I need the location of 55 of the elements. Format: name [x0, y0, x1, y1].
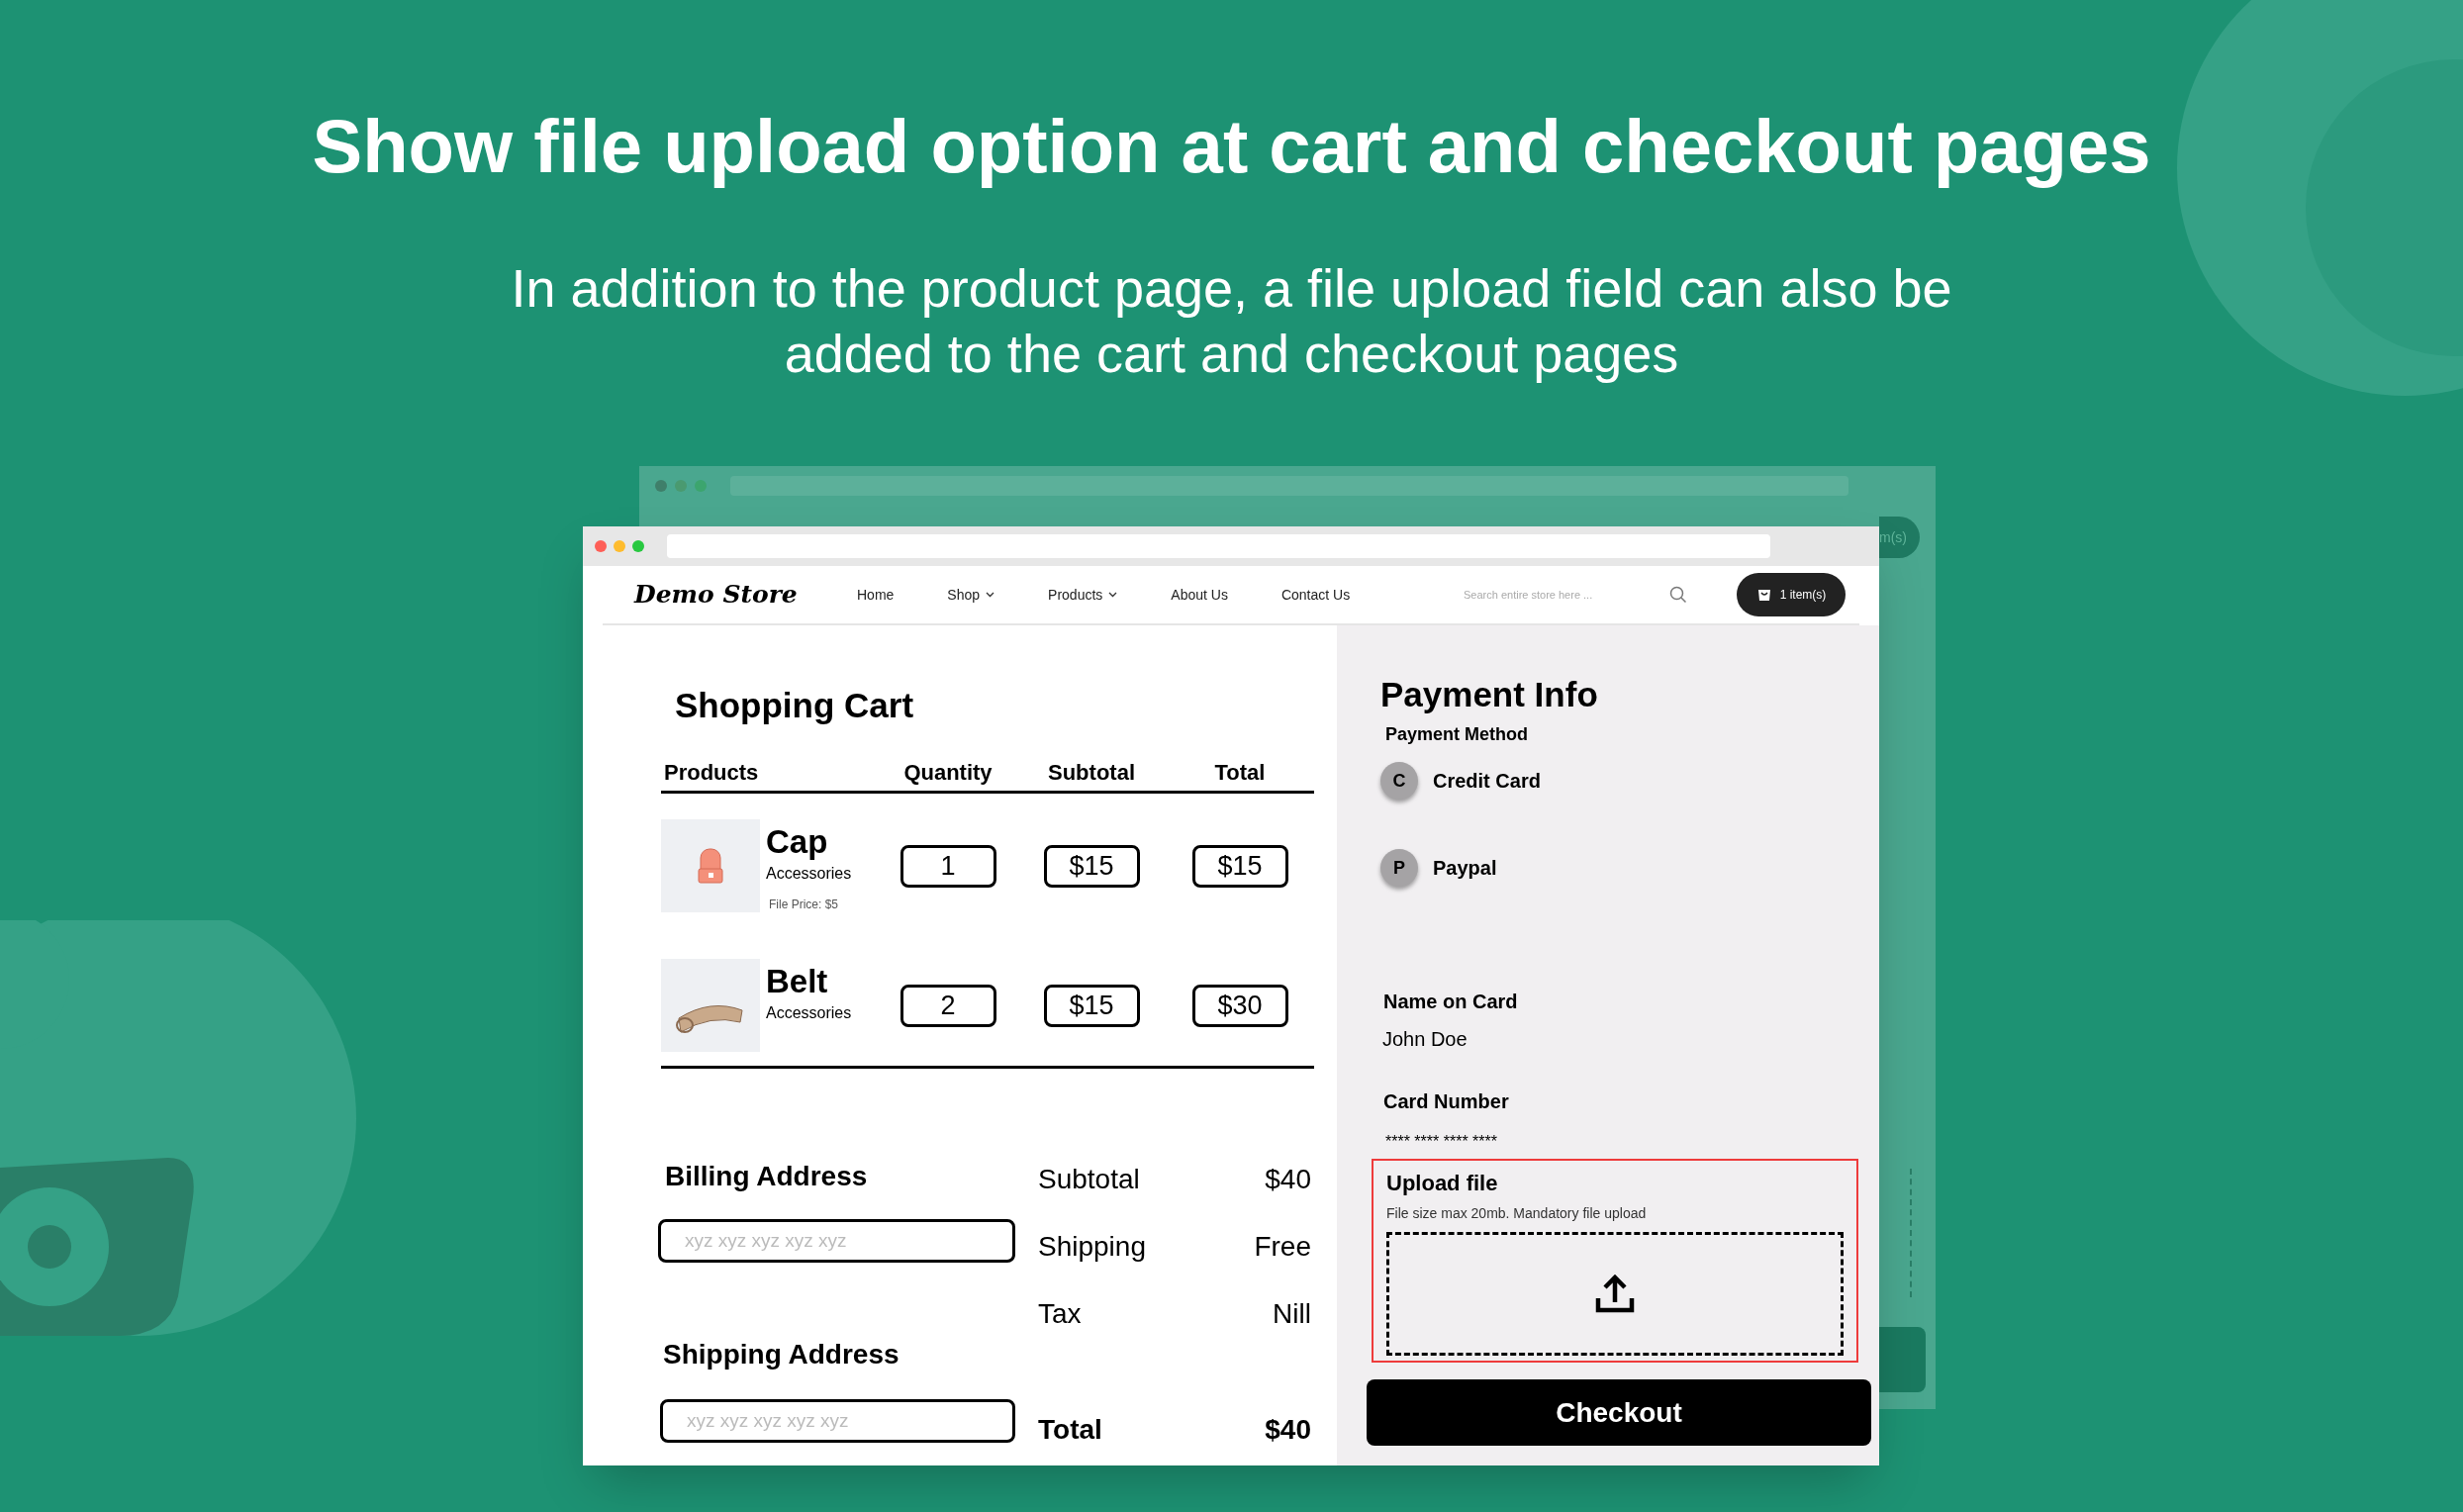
- field-label: Name on Card: [1383, 990, 1518, 1014]
- upload-dropzone[interactable]: [1386, 1232, 1844, 1356]
- nav-link[interactable]: Contact Us: [1280, 584, 1351, 606]
- checkout-button[interactable]: Checkout: [1367, 1379, 1871, 1446]
- product-category: Accessories: [766, 1003, 852, 1023]
- summary-label: Tax: [1038, 1297, 1082, 1331]
- field-label: Card Number: [1383, 1089, 1509, 1114]
- nav-link[interactable]: About Us: [1171, 584, 1228, 606]
- subheadline: In addition to the product page, a file upload field can also be added to the cart and checkout pages: [510, 257, 1953, 385]
- chevron-down-icon: [1108, 592, 1118, 598]
- price-box: $15: [1043, 845, 1140, 888]
- name-value[interactable]: John Doe: [1382, 1024, 1468, 1054]
- section-title: Billing Address: [664, 1160, 869, 1193]
- payment-option-label: Paypal: [1433, 856, 1497, 881]
- search-icon[interactable]: [1669, 586, 1687, 604]
- column-header: Quantity: [902, 759, 994, 787]
- summary-label: Subtotal: [1038, 1163, 1140, 1196]
- summary-value: Free: [1254, 1230, 1311, 1264]
- nav-link[interactable]: Home: [857, 584, 895, 606]
- summary-value: Nill: [1273, 1297, 1311, 1331]
- quantity-field[interactable]: 2: [900, 984, 996, 1027]
- product-name: Belt: [766, 965, 829, 997]
- placeholder-text: xyz xyz xyz xyz xyz: [685, 1228, 847, 1253]
- payment-title: Payment Info: [1380, 674, 1598, 715]
- bag-icon: [1755, 587, 1772, 603]
- quantity-field[interactable]: 1: [900, 845, 996, 888]
- nav-link[interactable]: Products: [1048, 584, 1118, 606]
- price-box: $15: [1043, 984, 1140, 1027]
- placeholder-text: xyz xyz xyz xyz xyz: [687, 1408, 849, 1433]
- button-background: [1876, 1327, 1926, 1392]
- cart-button[interactable]: 1 item(s): [1737, 573, 1846, 616]
- column-header: Total: [1213, 759, 1267, 787]
- column-header: Subtotal: [1047, 759, 1136, 787]
- payment-option-label: Credit Card: [1433, 769, 1541, 794]
- product-category: Accessories: [766, 864, 852, 884]
- initial-badge: C: [1380, 762, 1418, 800]
- summary-value: $40: [1265, 1413, 1311, 1447]
- initial-badge: P: [1380, 849, 1418, 887]
- chevron-down-icon: [986, 592, 995, 598]
- summary-label: Total: [1038, 1413, 1102, 1447]
- nav-link[interactable]: Shop: [947, 584, 995, 606]
- store-logo[interactable]: Demo Store: [634, 576, 857, 614]
- upload-title: Upload file: [1386, 1170, 1499, 1197]
- price-box: $15: [1191, 845, 1288, 888]
- product-name: Cap: [766, 825, 829, 858]
- upload-hint: File size max 20mb. Mandatory file upload: [1386, 1204, 1648, 1223]
- summary-value: $40: [1265, 1163, 1311, 1196]
- section-title: Shipping Address: [662, 1338, 900, 1371]
- cart-title: Shopping Cart: [675, 685, 914, 726]
- column-header: Products: [663, 759, 760, 787]
- card-number-value[interactable]: **** **** **** ****: [1385, 1134, 1497, 1150]
- payment-method-label: Payment Method: [1385, 723, 1529, 746]
- file-price: File Price: $5: [768, 897, 840, 913]
- summary-label: Shipping: [1038, 1230, 1146, 1264]
- price-box: $30: [1191, 984, 1288, 1027]
